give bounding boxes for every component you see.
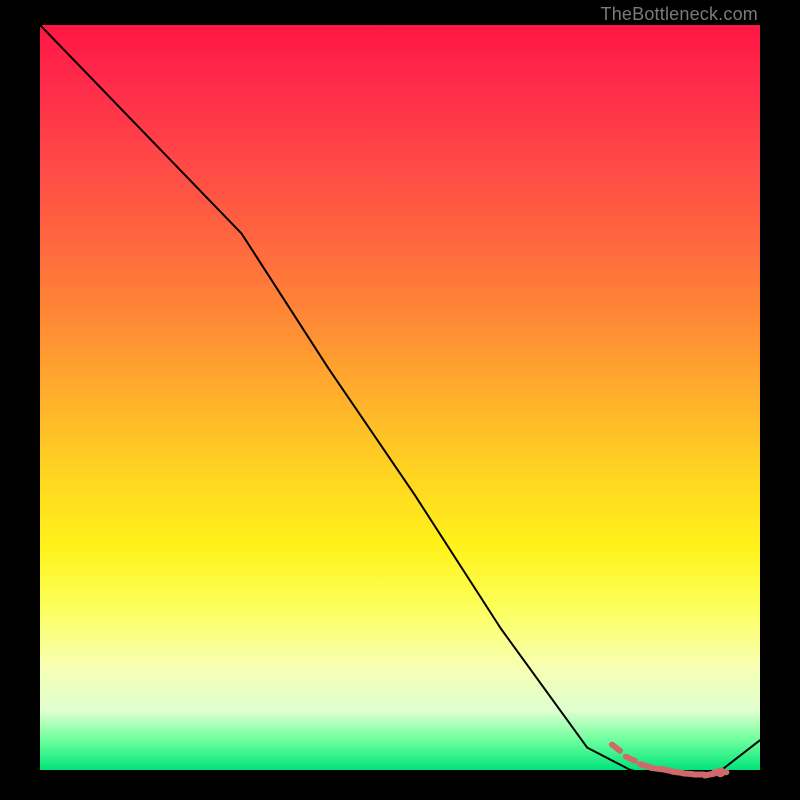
near-optimal-dash [612,745,620,751]
chart-frame: TheBottleneck.com [0,0,800,800]
near-optimal-dashes [612,745,726,776]
bottleneck-curve [40,25,760,778]
watermark-label: TheBottleneck.com [601,4,758,25]
near-optimal-dash [626,757,635,761]
chart-svg [40,25,760,770]
optimal-point-marker [715,767,725,777]
